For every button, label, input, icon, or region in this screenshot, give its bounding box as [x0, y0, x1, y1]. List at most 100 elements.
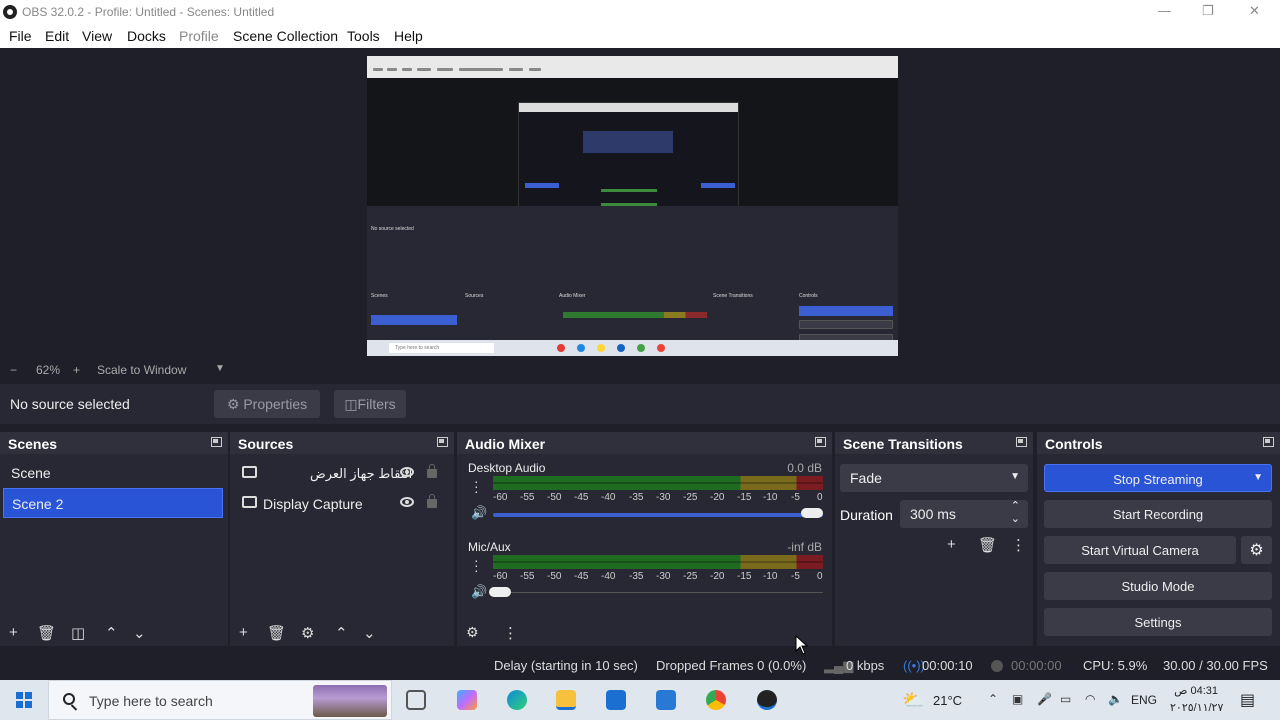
add-source-icon[interactable]: +: [239, 624, 248, 641]
menu-tools[interactable]: Tools: [347, 28, 380, 44]
kebab-menu-icon[interactable]: ⋮: [1011, 536, 1026, 554]
chevron-up-icon[interactable]: ⌃: [105, 624, 118, 642]
chevron-up-icon[interactable]: ⌃: [335, 624, 348, 642]
lock-icon[interactable]: [427, 464, 437, 478]
advanced-audio-icon[interactable]: ⚙: [466, 624, 479, 641]
volume-slider[interactable]: [493, 513, 823, 517]
zoom-bar: − 62% + Scale to Window ▼: [0, 360, 1280, 380]
channel-level: 0.0 dB: [787, 461, 822, 475]
transition-select[interactable]: Fade ▼: [840, 464, 1028, 492]
gear-icon[interactable]: ⚙: [1241, 536, 1272, 564]
stop-streaming-button[interactable]: Stop Streaming ▼: [1044, 464, 1272, 492]
scene-item-selected[interactable]: Scene 2: [3, 488, 223, 518]
start-virtual-camera-button[interactable]: Start Virtual Camera: [1044, 536, 1236, 564]
channel-level: -inf dB: [787, 540, 822, 554]
zoom-in-button[interactable]: +: [73, 363, 80, 377]
copilot-icon[interactable]: [457, 690, 477, 710]
store-icon[interactable]: [606, 690, 626, 710]
chevron-down-icon[interactable]: ⌄: [133, 624, 146, 642]
gear-icon: ⚙: [226, 396, 240, 412]
undock-icon[interactable]: [437, 437, 448, 447]
volume-icon[interactable]: 🔈: [1108, 692, 1123, 706]
undock-icon[interactable]: [815, 437, 826, 447]
clock-date[interactable]: ٢٠٢٥/١١/٢٧: [1170, 701, 1223, 714]
zoom-level: 62%: [36, 363, 61, 377]
menu-scene-collection[interactable]: Scene Collection: [233, 28, 338, 44]
zoom-out-button[interactable]: −: [10, 363, 17, 377]
source-item[interactable]: التقاط جهاز العرض: [238, 460, 448, 488]
stop-streaming-label: Stop Streaming: [1113, 472, 1203, 487]
speaker-icon[interactable]: 🔊: [471, 584, 487, 600]
gear-icon[interactable]: ⚙: [301, 624, 314, 642]
source-item[interactable]: Display Capture: [238, 490, 448, 518]
volume-slider-thumb[interactable]: [801, 508, 823, 518]
add-scene-icon[interactable]: +: [9, 624, 18, 641]
undock-icon[interactable]: [1263, 437, 1274, 447]
trash-icon[interactable]: 🗑: [37, 624, 56, 642]
taskbar-search[interactable]: Type here to search: [48, 680, 392, 720]
scene-filters-icon[interactable]: ◫: [71, 624, 85, 642]
kebab-menu-icon[interactable]: ⋮: [503, 624, 518, 642]
close-icon[interactable]: ✕: [1249, 3, 1260, 19]
restore-icon[interactable]: ❐: [1202, 3, 1214, 19]
obs-taskbar-icon[interactable]: [757, 690, 777, 710]
zoom-mode-select[interactable]: Scale to Window: [97, 363, 186, 377]
menu-docks[interactable]: Docks: [127, 28, 166, 44]
kebab-menu-icon[interactable]: · · ·: [474, 553, 479, 577]
volume-slider-thumb[interactable]: [489, 587, 511, 597]
undock-icon[interactable]: [1016, 437, 1027, 447]
menu-file[interactable]: File: [9, 28, 32, 44]
notifications-icon[interactable]: ▤: [1240, 690, 1255, 710]
windows-start-icon[interactable]: [16, 692, 32, 708]
volume-meter: [493, 555, 823, 569]
weather-icon: ⛅: [902, 690, 925, 710]
title-bar: OBS 32.0.2 - Profile: Untitled - Scenes:…: [0, 0, 1280, 24]
outlook-icon[interactable]: [656, 690, 676, 710]
mixer-channel-mic: Mic/Aux -inf dB · · · -60 -55 -50 -45 -40 -35 -3…: [465, 540, 830, 618]
tray-chevron-icon[interactable]: ⌃: [988, 692, 998, 706]
kebab-menu-icon[interactable]: · · ·: [474, 474, 479, 498]
lock-icon[interactable]: [427, 494, 437, 508]
speaker-icon[interactable]: 🔊: [471, 505, 487, 521]
channel-name: Desktop Audio: [468, 461, 546, 475]
task-view-icon[interactable]: [406, 690, 426, 710]
edge-icon[interactable]: [507, 690, 527, 710]
transition-value: Fade: [850, 470, 882, 486]
chevron-down-icon[interactable]: ▼: [215, 363, 225, 374]
undock-icon[interactable]: [211, 437, 222, 447]
settings-button[interactable]: Settings: [1044, 608, 1272, 636]
menu-help[interactable]: Help: [394, 28, 423, 44]
scene-item[interactable]: Scene: [3, 458, 223, 488]
chrome-icon[interactable]: [706, 690, 726, 710]
tray-apps-icon[interactable]: ▣: [1012, 692, 1023, 706]
eye-icon[interactable]: [400, 467, 414, 477]
file-explorer-icon[interactable]: [556, 690, 576, 710]
menu-view[interactable]: View: [82, 28, 112, 44]
trash-icon[interactable]: 🗑: [267, 624, 286, 642]
duration-spinbox[interactable]: 300 ms ⌃ ⌄: [900, 500, 1028, 528]
battery-icon[interactable]: ▭: [1060, 692, 1071, 706]
filters-button[interactable]: ◫Filters: [334, 390, 406, 418]
source-name: التقاط جهاز العرض: [310, 466, 413, 481]
cpu-usage: CPU: 5.9%: [1083, 658, 1148, 673]
trash-icon[interactable]: 🗑: [978, 536, 997, 554]
menu-profile[interactable]: Profile: [179, 28, 219, 44]
chevron-down-icon[interactable]: ▼: [1253, 472, 1263, 483]
chevron-down-icon[interactable]: ⌄: [363, 624, 376, 642]
obs-logo-icon: [3, 5, 17, 19]
spinner-icon[interactable]: ⌃ ⌄: [1011, 500, 1020, 526]
microphone-icon[interactable]: 🎤: [1037, 692, 1052, 706]
delay-status: Delay (starting in 10 sec): [494, 658, 638, 673]
start-recording-button[interactable]: Start Recording: [1044, 500, 1272, 528]
minimize-icon[interactable]: —: [1158, 3, 1171, 18]
menu-edit[interactable]: Edit: [45, 28, 69, 44]
add-transition-icon[interactable]: +: [947, 536, 956, 553]
eye-icon[interactable]: [400, 497, 414, 507]
clock-time[interactable]: 04:31 ص: [1170, 684, 1218, 697]
wifi-icon[interactable]: ◠: [1085, 692, 1095, 706]
volume-slider[interactable]: [493, 592, 823, 593]
input-language[interactable]: ENG: [1131, 693, 1157, 707]
monitor-icon: [242, 496, 257, 508]
studio-mode-button[interactable]: Studio Mode: [1044, 572, 1272, 600]
properties-button[interactable]: ⚙ Properties: [214, 390, 320, 418]
